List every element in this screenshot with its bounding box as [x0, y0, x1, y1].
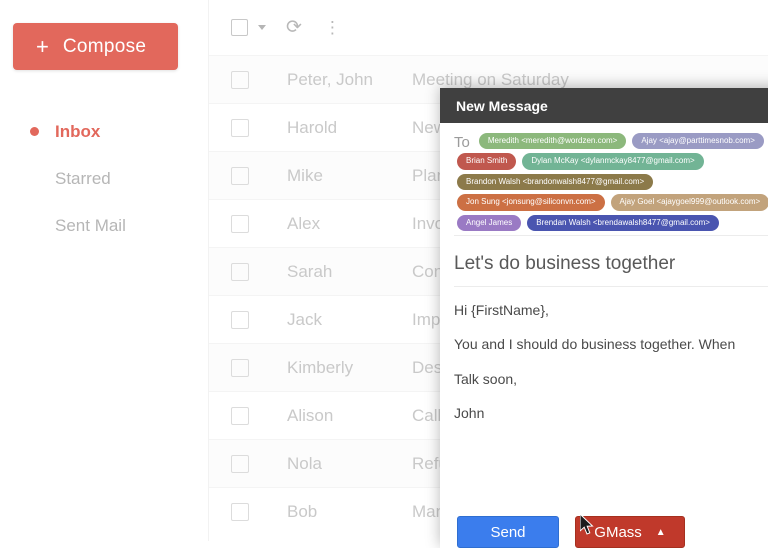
message-body-input[interactable]: Hi {FirstName}, You and I should do busi… — [454, 287, 768, 423]
row-sender: Peter, John — [287, 70, 407, 90]
body-greeting: Hi {FirstName}, — [454, 300, 768, 320]
row-sender: Alison — [287, 406, 407, 426]
gmail-app-window: + Compose Inbox Starred Sent Mail ⟳ ⋮ Pe… — [0, 0, 768, 541]
sidebar-item-sent-mail[interactable]: Sent Mail — [0, 202, 208, 249]
row-checkbox[interactable] — [231, 263, 249, 281]
recipient-chip[interactable]: Brian Smith — [457, 153, 516, 169]
subject-input[interactable]: Let's do business together — [454, 236, 768, 287]
compose-dialog-header: New Message — [440, 88, 768, 123]
row-checkbox[interactable] — [231, 215, 249, 233]
row-checkbox[interactable] — [231, 455, 249, 473]
row-subject: Meeting on Saturday — [412, 70, 569, 90]
row-checkbox[interactable] — [231, 119, 249, 137]
to-label: To — [454, 134, 470, 151]
body-signature: John — [454, 403, 768, 423]
row-sender: Alex — [287, 214, 407, 234]
recipient-chip[interactable]: Brendan Walsh <brendawalsh8477@gmail.com… — [527, 215, 719, 231]
row-checkbox[interactable] — [231, 167, 249, 185]
row-sender: Harold — [287, 118, 407, 138]
gmass-button-label: GMass — [594, 524, 642, 541]
compose-button[interactable]: + Compose — [13, 23, 178, 70]
sidebar-item-starred[interactable]: Starred — [0, 155, 208, 202]
row-sender: Nola — [287, 454, 407, 474]
more-vertical-icon[interactable]: ⋮ — [324, 19, 341, 36]
body-paragraph: You and I should do business together. W… — [454, 334, 768, 354]
row-checkbox[interactable] — [231, 503, 249, 521]
sidebar-item-label: Starred — [55, 169, 111, 189]
mail-list-toolbar: ⟳ ⋮ — [209, 0, 768, 55]
row-sender: Sarah — [287, 262, 407, 282]
row-checkbox[interactable] — [231, 311, 249, 329]
select-all-checkbox[interactable] — [231, 19, 248, 36]
sidebar-item-inbox[interactable]: Inbox — [0, 108, 208, 155]
recipient-chip[interactable]: Meredith <meredith@wordzen.com> — [479, 133, 627, 149]
row-sender: Jack — [287, 310, 407, 330]
gmass-button[interactable]: GMass ▲ — [575, 516, 685, 548]
refresh-icon[interactable]: ⟳ — [286, 18, 302, 37]
sidebar-item-label: Sent Mail — [55, 216, 126, 236]
row-sender: Bob — [287, 502, 407, 522]
row-sender: Kimberly — [287, 358, 407, 378]
inbox-dot-icon — [30, 127, 39, 136]
row-subject: Call — [412, 406, 441, 426]
row-checkbox[interactable] — [231, 71, 249, 89]
row-checkbox[interactable] — [231, 407, 249, 425]
sidebar-item-label: Inbox — [55, 122, 100, 142]
recipient-chip[interactable]: Dylan McKay <dylanmckay8477@gmail.com> — [522, 153, 703, 169]
body-signoff: Talk soon, — [454, 369, 768, 389]
sidebar: + Compose Inbox Starred Sent Mail — [0, 0, 208, 541]
compose-button-label: Compose — [63, 36, 146, 58]
recipient-chip[interactable]: Ajay Goel <ajaygoel999@outlook.com> — [611, 194, 768, 210]
compose-dialog-footer: Send GMass ▲ — [440, 504, 768, 548]
row-checkbox[interactable] — [231, 359, 249, 377]
recipient-chip[interactable]: Angel James — [457, 215, 521, 231]
compose-dialog: New Message To Meredith <meredith@wordze… — [440, 88, 768, 548]
compose-dialog-title: New Message — [456, 98, 548, 114]
recipient-chip[interactable]: Brandon Walsh <brandonwalsh8477@gmail.co… — [457, 174, 653, 190]
caret-down-icon[interactable] — [258, 25, 266, 30]
compose-dialog-body: To Meredith <meredith@wordzen.com> Ajay <… — [440, 123, 768, 548]
sidebar-nav: Inbox Starred Sent Mail — [0, 108, 208, 249]
recipient-chip[interactable]: Ajay <ajay@parttimesnob.com> — [632, 133, 764, 149]
send-button[interactable]: Send — [457, 516, 559, 548]
recipient-chip[interactable]: Jon Sung <jonsung@siliconvn.com> — [457, 194, 605, 210]
recipients-field[interactable]: To Meredith <meredith@wordzen.com> Ajay <… — [454, 123, 768, 236]
caret-up-icon: ▲ — [656, 527, 666, 538]
plus-icon: + — [36, 36, 49, 58]
row-sender: Mike — [287, 166, 407, 186]
